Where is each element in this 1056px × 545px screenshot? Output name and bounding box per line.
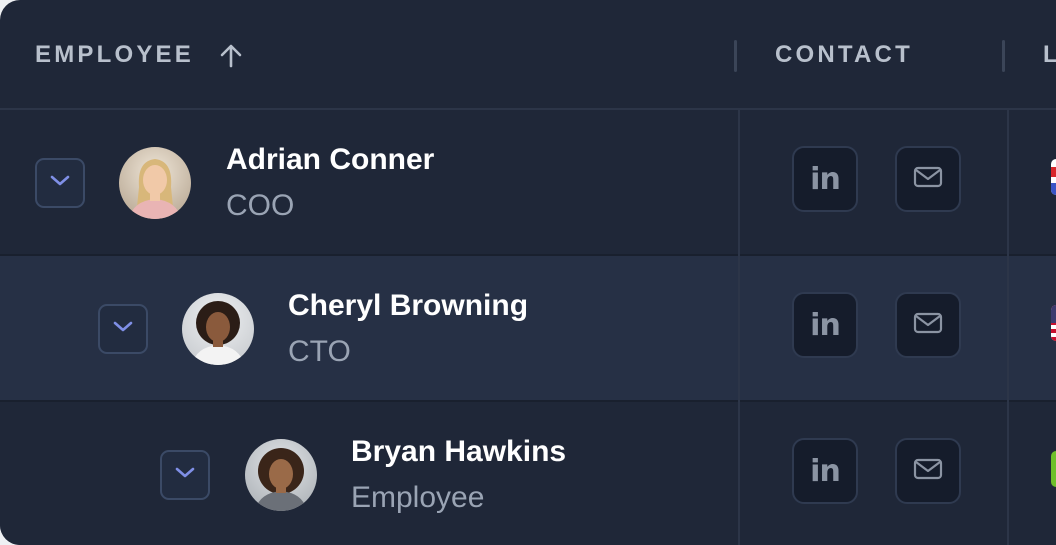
table-row[interactable]: Cheryl Browning CTO in (0, 256, 1056, 402)
employee-name: Adrian Conner (226, 143, 435, 176)
chevron-down-icon (174, 466, 196, 485)
employee-role: CTO (288, 335, 351, 368)
expand-toggle-button[interactable] (35, 158, 85, 208)
table-row[interactable]: Bryan Hawkins Employee in (0, 402, 1056, 545)
mail-icon (913, 311, 943, 340)
chevron-down-icon (112, 320, 134, 339)
employee-role: COO (226, 189, 295, 222)
table-header: EMPLOYEE CONTACT L (0, 0, 1056, 110)
employee-name: Cheryl Browning (288, 289, 529, 322)
table-row[interactable]: Adrian Conner COO in (0, 110, 1056, 256)
mail-icon (913, 457, 943, 486)
linkedin-icon: in (810, 453, 841, 489)
arrow-up-icon[interactable] (218, 42, 244, 68)
column-divider[interactable] (734, 40, 737, 72)
avatar (119, 147, 191, 219)
avatar (245, 439, 317, 511)
column-header-employee[interactable]: EMPLOYEE (35, 0, 244, 110)
employee-table: EMPLOYEE CONTACT L Adrian Conner COO in … (0, 0, 1056, 545)
email-button[interactable] (895, 292, 961, 358)
avatar (182, 293, 254, 365)
mail-icon (913, 165, 943, 194)
linkedin-button[interactable]: in (792, 438, 858, 504)
linkedin-button[interactable]: in (792, 292, 858, 358)
column-header-employee-label: EMPLOYEE (35, 41, 194, 68)
column-divider[interactable] (1002, 40, 1005, 72)
column-header-location-label: L (1043, 41, 1056, 68)
column-separator (1007, 110, 1009, 545)
linkedin-button[interactable]: in (792, 146, 858, 212)
column-header-location[interactable]: L (1043, 0, 1056, 110)
column-header-contact[interactable]: CONTACT (775, 0, 913, 110)
employee-name: Bryan Hawkins (351, 435, 567, 468)
email-button[interactable] (895, 146, 961, 212)
linkedin-icon: in (810, 161, 841, 197)
linkedin-icon: in (810, 307, 841, 343)
flag-icon (1051, 451, 1056, 487)
expand-toggle-button[interactable] (98, 304, 148, 354)
chevron-down-icon (49, 174, 71, 193)
column-separator (738, 110, 740, 545)
employee-role: Employee (351, 481, 485, 514)
expand-toggle-button[interactable] (160, 450, 210, 500)
column-header-contact-label: CONTACT (775, 41, 913, 68)
flag-icon (1051, 305, 1056, 341)
flag-icon (1051, 159, 1056, 195)
email-button[interactable] (895, 438, 961, 504)
